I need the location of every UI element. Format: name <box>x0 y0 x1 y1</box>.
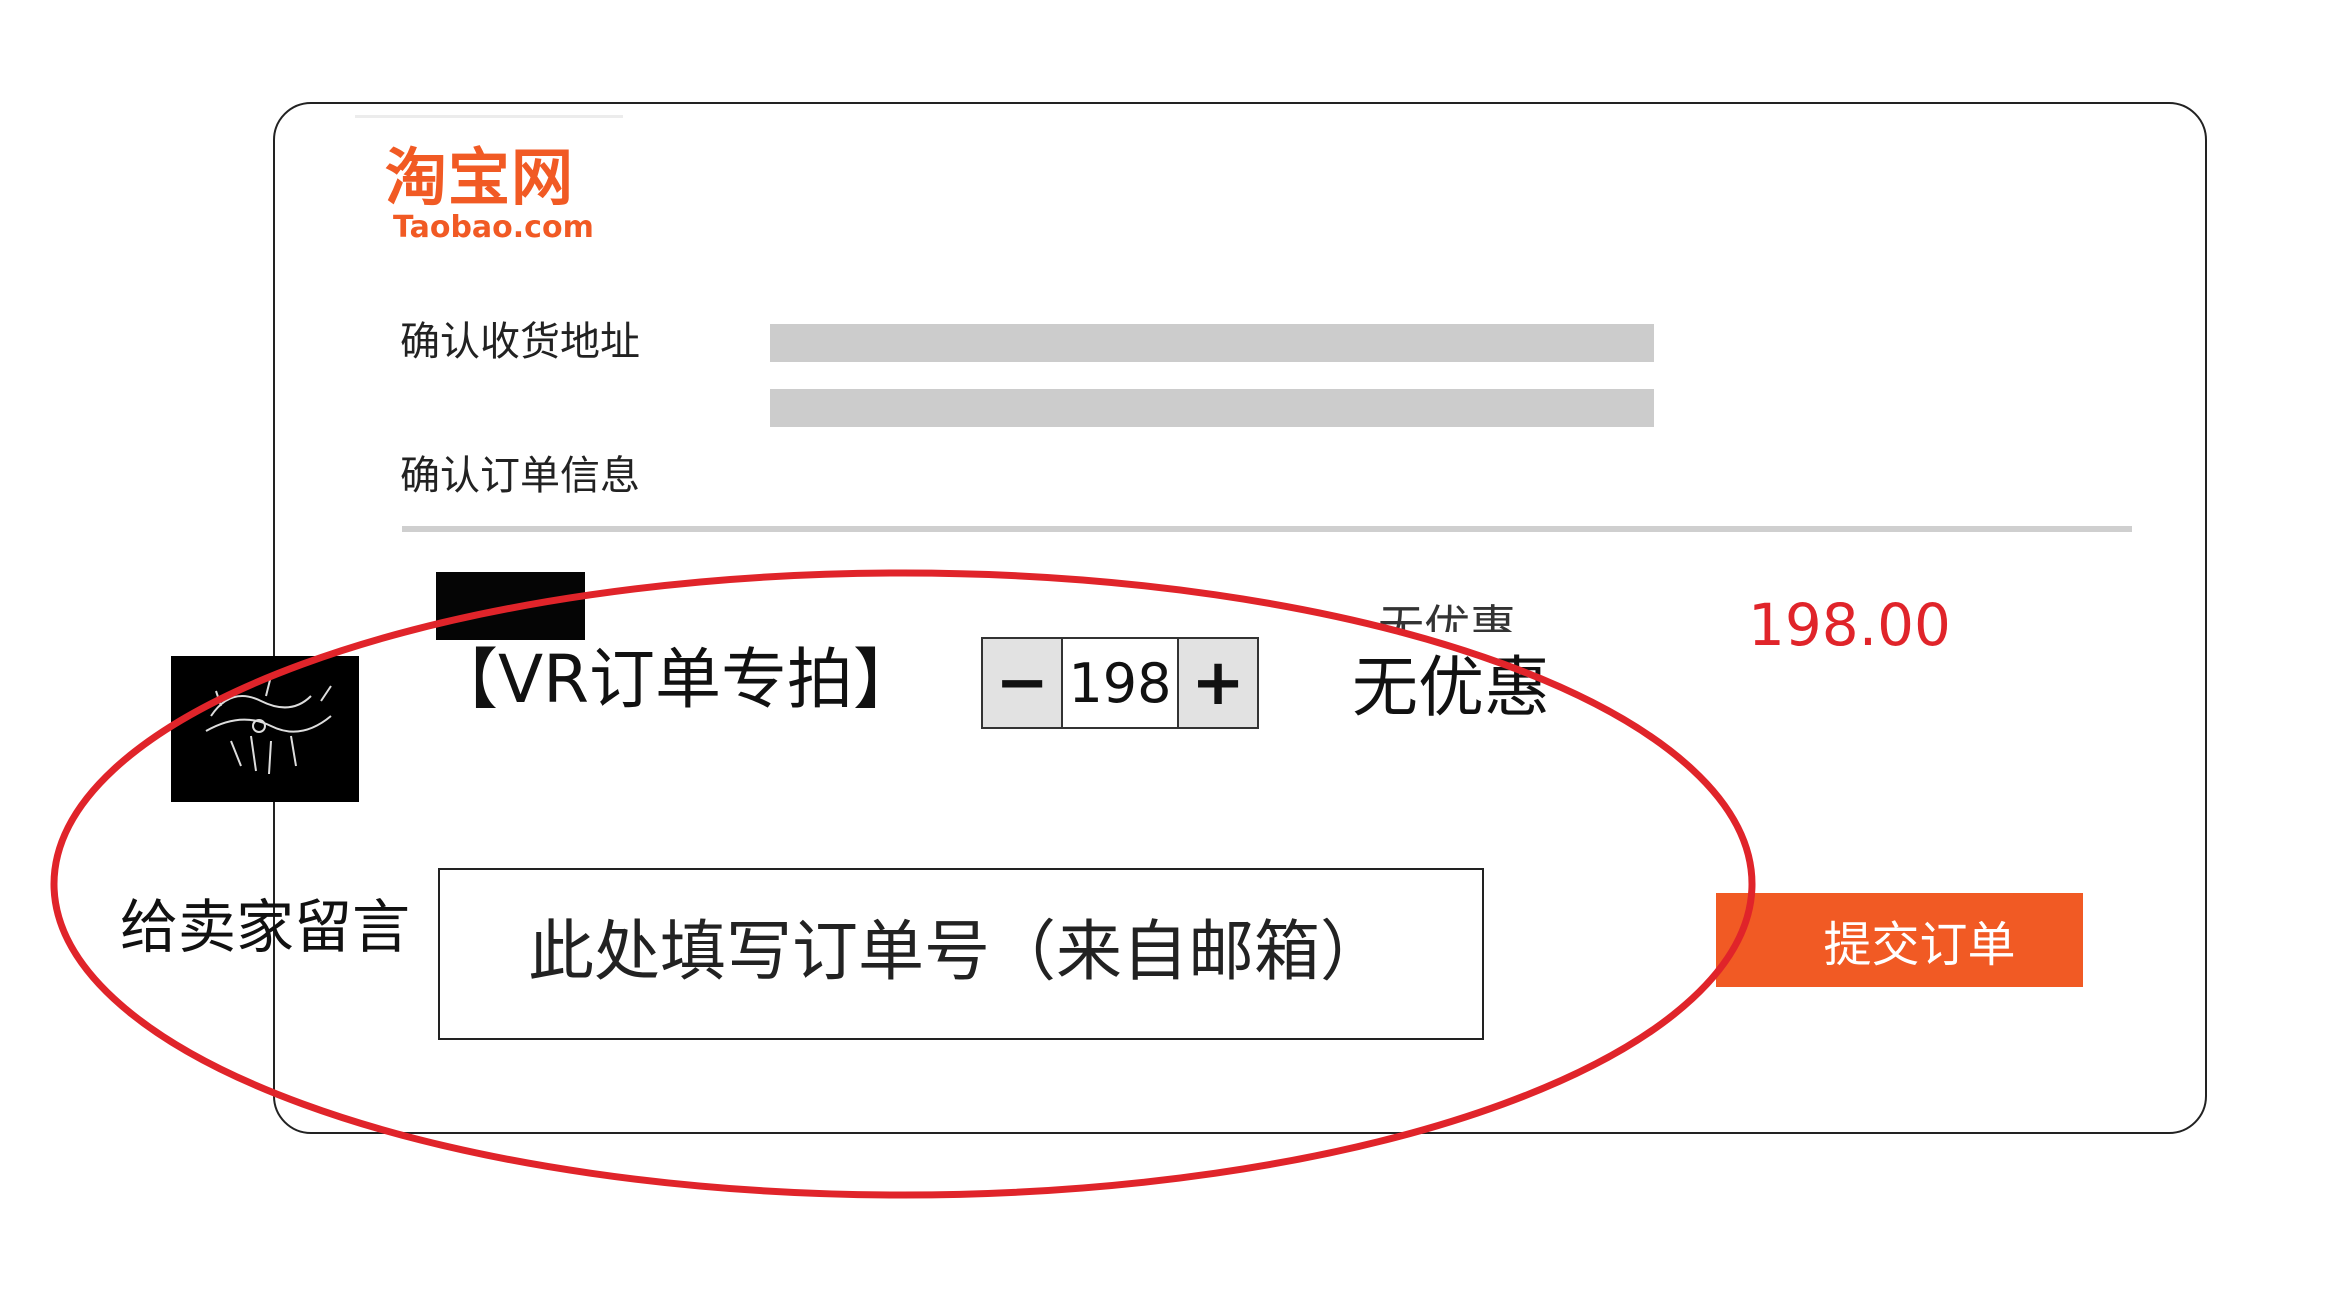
taobao-logo[interactable]: 淘宝网 Taobao.com <box>385 145 603 255</box>
discount-text: 无优惠 <box>1352 649 1550 726</box>
message-placeholder: 此处填写订单号（来自邮箱） <box>528 913 1386 990</box>
quantity-value[interactable]: 198 <box>1063 639 1177 727</box>
product-thumbnail-background <box>436 572 585 640</box>
message-label: 给卖家留言 <box>120 893 411 961</box>
section-divider <box>402 526 2132 532</box>
logo-text-cn: 淘宝网 <box>385 141 575 214</box>
item-price: 198.00 <box>1748 591 1951 659</box>
quantity-stepper[interactable]: − 198 + <box>981 637 1259 729</box>
logo-divider <box>355 115 623 118</box>
address-line-2[interactable] <box>770 389 1654 427</box>
band-logo-icon <box>205 675 332 775</box>
decrease-quantity-button[interactable]: − <box>983 639 1063 727</box>
discount-text-background: 无优惠 <box>1378 600 1516 632</box>
order-info-label: 确认订单信息 <box>400 453 640 499</box>
submit-order-button[interactable]: 提交订单 <box>1716 893 2083 987</box>
logo-text-en: Taobao.com <box>393 210 594 245</box>
address-line-1[interactable] <box>770 324 1654 362</box>
item-name[interactable]: 【VR订单专拍】 <box>432 640 919 720</box>
increase-quantity-button[interactable]: + <box>1177 639 1257 727</box>
product-thumbnail[interactable] <box>171 656 359 802</box>
address-label: 确认收货地址 <box>400 319 640 365</box>
